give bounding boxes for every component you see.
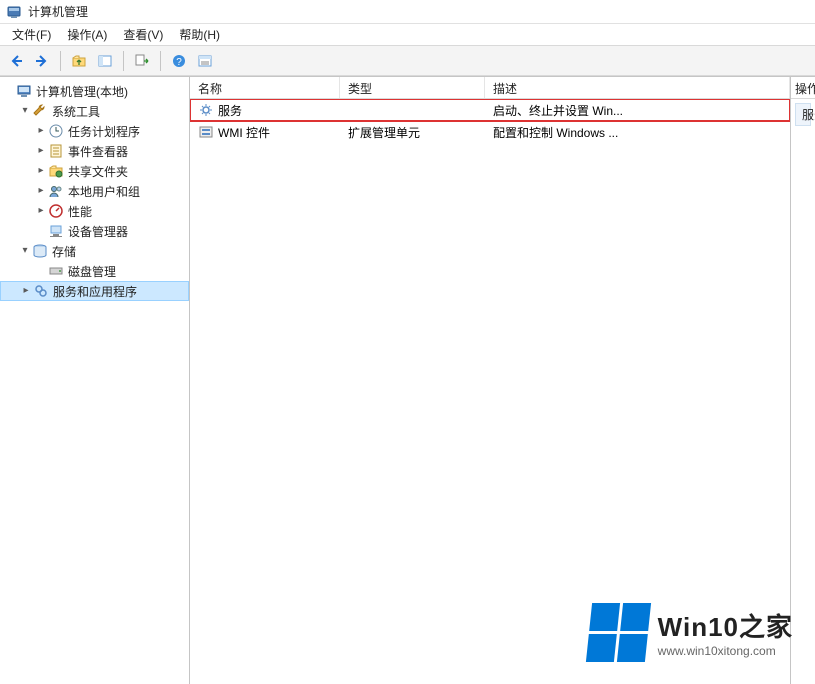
tree-label: 系统工具 <box>52 103 100 120</box>
tree-device-manager[interactable]: ▸ 设备管理器 <box>0 221 189 241</box>
help-button[interactable]: ? <box>167 49 191 73</box>
chevron-right-icon[interactable]: ▸ <box>34 124 48 138</box>
tree-label: 共享文件夹 <box>68 163 128 180</box>
up-button[interactable] <box>67 49 91 73</box>
chevron-right-icon[interactable]: ▸ <box>34 144 48 158</box>
tree-storage[interactable]: ▾ 存储 <box>0 241 189 261</box>
list-row-services[interactable]: 服务 启动、终止并设置 Win... <box>190 99 790 121</box>
column-desc[interactable]: 描述 <box>485 77 790 98</box>
wmi-icon <box>198 124 214 140</box>
toolbar: ? <box>0 46 815 76</box>
panel-icon <box>97 53 113 69</box>
forward-button[interactable] <box>30 49 54 73</box>
tree-label: 计算机管理(本地) <box>36 83 128 100</box>
menu-action[interactable]: 操作(A) <box>59 24 115 45</box>
clock-icon <box>48 123 64 139</box>
users-icon <box>48 183 64 199</box>
column-type[interactable]: 类型 <box>340 77 485 98</box>
computer-icon <box>16 83 32 99</box>
chevron-right-icon[interactable]: ▸ <box>34 184 48 198</box>
chevron-right-icon[interactable]: ▸ <box>34 204 48 218</box>
tree-pane[interactable]: ▸ 计算机管理(本地) ▾ <box>0 77 190 684</box>
shared-folder-icon <box>48 163 64 179</box>
title-bar: 计算机管理 <box>0 0 815 24</box>
actions-header: 操作 <box>791 77 815 99</box>
cell-name: 服务 <box>218 102 242 119</box>
services-icon <box>33 283 49 299</box>
menu-file[interactable]: 文件(F) <box>4 24 59 45</box>
cell-type: 扩展管理单元 <box>340 124 485 141</box>
tree-label: 设备管理器 <box>68 223 128 240</box>
arrow-right-icon <box>34 53 50 69</box>
tree-services-apps[interactable]: ▸ 服务和应用程序 <box>0 281 189 301</box>
tree-event-viewer[interactable]: ▸ 事件查看器 <box>0 141 189 161</box>
help-icon: ? <box>171 53 187 69</box>
list-row-wmi[interactable]: WMI 控件 扩展管理单元 配置和控制 Windows ... <box>190 121 790 143</box>
folder-up-icon <box>71 53 87 69</box>
menu-help[interactable]: 帮助(H) <box>171 24 228 45</box>
wrench-icon <box>32 103 48 119</box>
tree-disk-management[interactable]: ▸ 磁盘管理 <box>0 261 189 281</box>
action-item-services[interactable]: 服务 <box>795 103 811 126</box>
device-icon <box>48 223 64 239</box>
arrow-left-icon <box>8 53 24 69</box>
app-icon <box>6 4 22 20</box>
storage-icon <box>32 243 48 259</box>
list-body[interactable]: 服务 启动、终止并设置 Win... WMI 控件 扩展管理单元 配置和控制 W… <box>190 99 790 684</box>
tree-task-scheduler[interactable]: ▸ 任务计划程序 <box>0 121 189 141</box>
chevron-down-icon[interactable]: ▾ <box>18 244 32 258</box>
svg-text:?: ? <box>176 57 182 68</box>
show-hide-tree-button[interactable] <box>93 49 117 73</box>
window-title: 计算机管理 <box>28 3 88 20</box>
event-log-icon <box>48 143 64 159</box>
menu-bar: 文件(F) 操作(A) 查看(V) 帮助(H) <box>0 24 815 46</box>
tree-label: 磁盘管理 <box>68 263 116 280</box>
tree-label: 本地用户和组 <box>68 183 140 200</box>
main-area: ▸ 计算机管理(本地) ▾ <box>0 76 815 684</box>
tree-label: 性能 <box>68 203 92 220</box>
list-pane: 名称 类型 描述 服务 启动、终止并设置 Win... WMI 控件 扩展管理单… <box>190 77 791 684</box>
tree-system-tools[interactable]: ▾ 系统工具 <box>0 101 189 121</box>
cell-desc: 配置和控制 Windows ... <box>485 124 790 141</box>
performance-icon <box>48 203 64 219</box>
nav-tree: ▸ 计算机管理(本地) ▾ <box>0 81 189 301</box>
back-button[interactable] <box>4 49 28 73</box>
tree-performance[interactable]: ▸ 性能 <box>0 201 189 221</box>
list-header: 名称 类型 描述 <box>190 77 790 99</box>
tree-label: 事件查看器 <box>68 143 128 160</box>
gear-icon <box>198 102 214 118</box>
tree-local-users[interactable]: ▸ 本地用户和组 <box>0 181 189 201</box>
tree-label: 服务和应用程序 <box>53 283 137 300</box>
chevron-right-icon[interactable]: ▸ <box>19 284 33 298</box>
column-name[interactable]: 名称 <box>190 77 340 98</box>
disk-icon <box>48 263 64 279</box>
tree-label: 存储 <box>52 243 76 260</box>
menu-view[interactable]: 查看(V) <box>115 24 171 45</box>
properties-icon <box>197 53 213 69</box>
actions-pane: 操作 服务 <box>791 77 815 684</box>
tree-label: 任务计划程序 <box>68 123 140 140</box>
chevron-right-icon[interactable]: ▸ <box>34 164 48 178</box>
toolbar-separator <box>160 51 161 71</box>
export-icon <box>134 53 150 69</box>
tree-shared-folders[interactable]: ▸ 共享文件夹 <box>0 161 189 181</box>
tree-root[interactable]: ▸ 计算机管理(本地) <box>0 81 189 101</box>
chevron-down-icon[interactable]: ▾ <box>18 104 32 118</box>
cell-desc: 启动、终止并设置 Win... <box>485 102 790 119</box>
export-button[interactable] <box>130 49 154 73</box>
toolbar-separator <box>60 51 61 71</box>
toolbar-separator <box>123 51 124 71</box>
cell-name: WMI 控件 <box>218 124 270 141</box>
properties-button[interactable] <box>193 49 217 73</box>
